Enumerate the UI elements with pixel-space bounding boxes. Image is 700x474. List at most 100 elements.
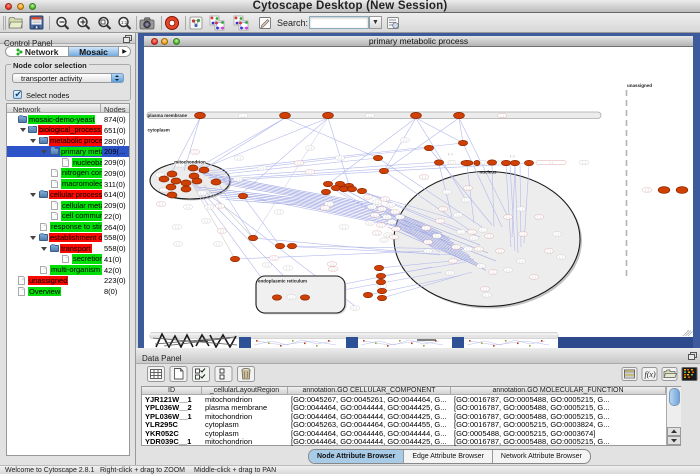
svg-text:(...): (...) [193,151,197,154]
svg-text:nucleus: nucleus [479,170,497,175]
svg-text:(...): (...) [380,208,384,211]
svg-text:(...): (...) [392,236,396,239]
svg-text:(...): (...) [241,115,245,118]
svg-text:(...): (...) [162,189,166,192]
svg-text:(...): (...) [459,231,463,234]
svg-text:(...): (...) [368,222,372,225]
svg-text:(...): (...) [380,285,384,288]
svg-text:(...): (...) [472,237,476,240]
svg-text:(...): (...) [220,230,224,233]
svg-text:(...): (...) [368,115,372,118]
svg-text:(...): (...) [555,233,559,236]
svg-text:(...): (...) [370,206,374,209]
svg-text:(...): (...) [272,257,276,260]
svg-text:(...): (...) [394,228,398,231]
svg-text:(...): (...) [426,241,430,244]
svg-text:(...): (...) [375,232,379,235]
svg-text:(...): (...) [204,220,208,223]
svg-text:1:1: 1:1 [121,20,128,25]
svg-text:(...): (...) [297,162,301,165]
svg-text:(...): (...) [483,288,487,291]
svg-text:(...): (...) [547,250,551,253]
svg-text:(...): (...) [645,189,649,192]
svg-text:(...): (...) [186,206,190,209]
svg-text:(...): (...) [481,229,485,232]
svg-text:(...): (...) [532,276,536,279]
svg-text:(...): (...) [479,265,483,268]
svg-text:(...): (...) [448,272,452,275]
svg-text:(...): (...) [445,191,449,194]
svg-text:(...): (...) [500,115,504,118]
svg-text:(...): (...) [386,234,390,237]
svg-text:(...): (...) [506,269,510,272]
svg-text:(...): (...) [277,211,281,214]
svg-text:(...): (...) [159,203,163,206]
svg-text:mitochondrion: mitochondrion [174,160,206,165]
svg-text:unassigned: unassigned [627,83,652,88]
svg-text:(...): (...) [466,248,470,251]
svg-text:(...): (...) [491,271,495,274]
svg-text:(...): (...) [393,211,397,214]
svg-text:(...): (...) [559,256,563,259]
svg-text:(...): (...) [477,248,481,251]
svg-text:(...): (...) [470,231,474,234]
svg-text:(...): (...) [498,250,502,253]
svg-text:plasma membrane: plasma membrane [148,113,188,118]
svg-text:(...): (...) [424,227,428,230]
svg-text:(...): (...) [236,178,240,181]
svg-text:(...): (...) [373,214,377,217]
svg-text:(...): (...) [330,263,334,266]
svg-text:(...): (...) [519,260,523,263]
svg-text:(...): (...) [426,250,430,253]
svg-text:(...): (...) [178,164,182,167]
svg-text:(...): (...) [403,139,407,142]
svg-text:(...): (...) [290,296,294,299]
svg-text:(...): (...) [456,214,460,217]
svg-text:(...): (...) [510,154,515,158]
svg-text:(...): (...) [286,267,290,270]
svg-text:(...): (...) [323,207,327,210]
svg-text:(...): (...) [175,226,179,229]
svg-text:(...): (...) [379,224,383,227]
svg-text:(...): (...) [466,187,470,190]
svg-text:(...): (...) [485,294,489,297]
svg-text:(...): (...) [383,198,387,201]
svg-text:(...): (...) [207,206,211,209]
svg-text:(...): (...) [265,264,269,267]
svg-text:(...): (...) [450,162,454,165]
svg-text:(...): (...) [398,216,402,219]
svg-text:(...): (...) [338,157,342,160]
svg-text:(...): (...) [308,171,312,174]
svg-text:(...): (...) [331,268,335,271]
svg-text:(...): (...) [382,239,386,242]
svg-text:(...): (...) [454,246,458,249]
svg-text:(...): (...) [237,157,241,160]
svg-text:(...): (...) [390,221,394,224]
svg-text:endoplasmic reticulum: endoplasmic reticulum [258,279,307,284]
svg-text:(...): (...) [549,162,553,165]
svg-text:(...): (...) [218,205,222,208]
svg-text:(...): (...) [176,243,180,246]
svg-text:(...): (...) [366,196,370,199]
svg-text:(...): (...) [506,216,510,219]
svg-text:(...): (...) [441,208,445,211]
svg-text:(...): (...) [200,192,204,195]
svg-text:(...): (...) [308,147,312,150]
svg-text:(...): (...) [537,216,541,219]
svg-text:(...): (...) [451,260,455,263]
svg-text:cytoplasm: cytoplasm [148,128,170,133]
svg-text:(...): (...) [422,176,426,179]
svg-text:f(x): f(x) [645,370,656,379]
svg-text:(...): (...) [260,167,264,170]
svg-text:(...): (...) [448,152,453,156]
svg-text:(...): (...) [389,204,393,207]
svg-text:(...): (...) [438,220,442,223]
svg-text:(...): (...) [519,208,523,211]
svg-text:(...): (...) [353,307,357,310]
svg-text:(...): (...) [216,243,220,246]
svg-text:(...): (...) [481,162,485,165]
svg-text:(...): (...) [435,235,439,238]
svg-text:(...): (...) [385,216,389,219]
svg-text:(...): (...) [464,199,468,202]
svg-text:(...): (...) [487,235,491,238]
